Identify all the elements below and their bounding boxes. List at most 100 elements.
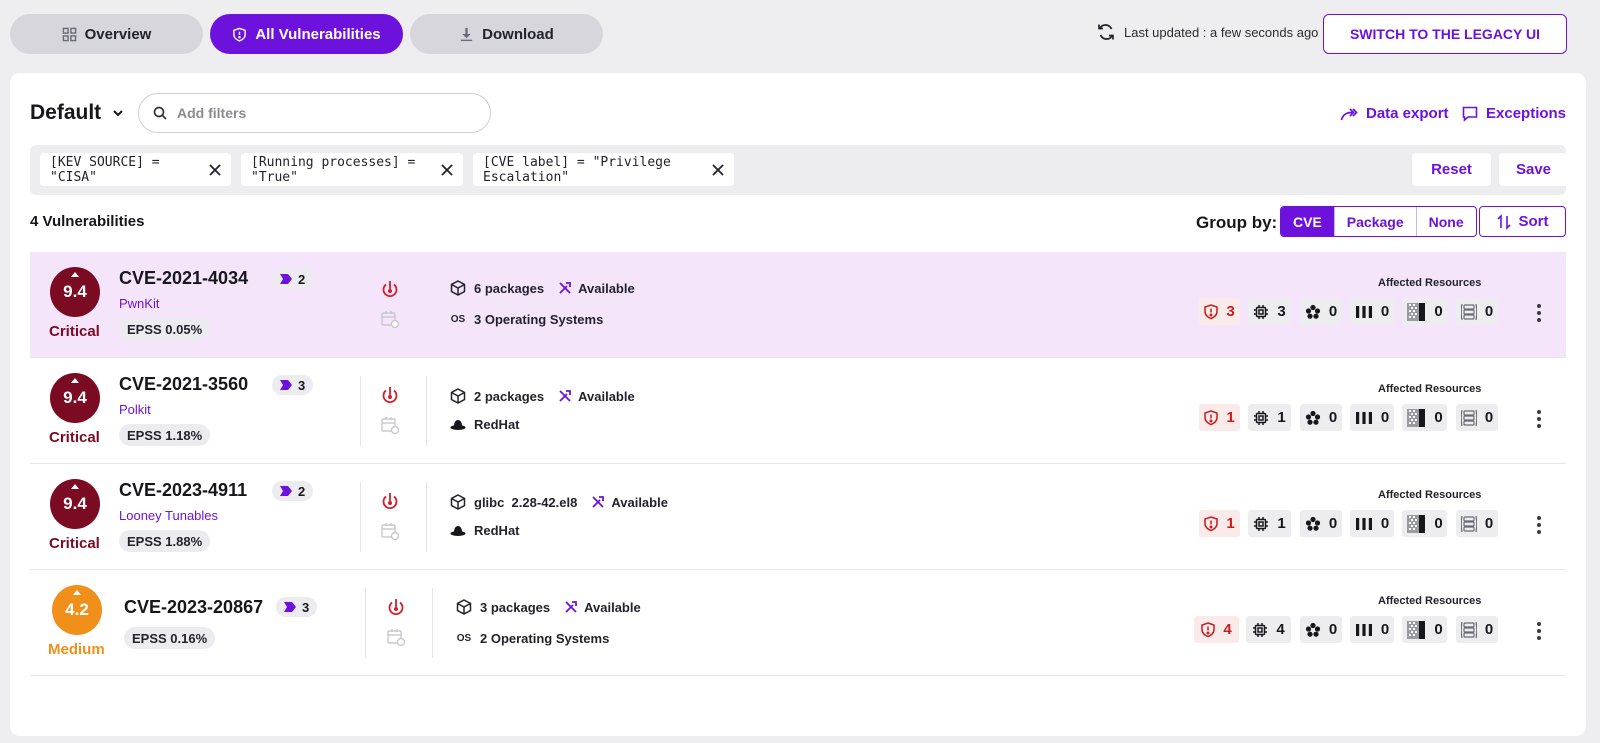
- fix-availability: Available: [578, 388, 635, 404]
- chevron-down-icon: [113, 110, 123, 117]
- cvss-score-badge: 4.2: [52, 585, 102, 635]
- close-icon[interactable]: [712, 163, 724, 176]
- vulnerability-row[interactable]: 9.4 Critical CVE-2023-4911 2 Looney Tuna…: [30, 464, 1566, 570]
- tab-all-vulnerabilities[interactable]: All Vulnerabilities: [210, 14, 403, 54]
- vulnerability-row[interactable]: 9.4 Critical CVE-2021-4034 2 PwnKit EPSS…: [30, 252, 1566, 358]
- chip-icon: [1254, 304, 1269, 319]
- affected-resources-label: Affected Resources: [1378, 277, 1482, 289]
- sort-icon: [1496, 213, 1511, 230]
- image-layers-icon: [1407, 302, 1426, 321]
- os-info: OS 2 Operating Systems: [456, 631, 610, 646]
- fix-availability: Available: [584, 599, 641, 615]
- resource-count-vulnerable: 1: [1199, 404, 1240, 431]
- save-button[interactable]: Save: [1499, 153, 1568, 186]
- filter-chip[interactable]: [KEV SOURCE] = "CISA": [40, 153, 231, 186]
- resource-count-containers: 0: [1350, 404, 1394, 431]
- resource-count-serverless: 0: [1456, 510, 1498, 537]
- resource-count-serverless: 0: [1456, 616, 1498, 643]
- last-updated: Last updated : a few seconds ago: [1096, 22, 1318, 42]
- refresh-icon[interactable]: [1096, 22, 1116, 42]
- view-selector[interactable]: Default: [30, 101, 125, 125]
- resource-count-clusters: 0: [1300, 510, 1342, 537]
- cve-id[interactable]: CVE-2021-3560: [119, 374, 248, 395]
- severity-label: Critical: [49, 429, 100, 446]
- os-info: RedHat: [450, 417, 520, 432]
- cve-id[interactable]: CVE-2023-20867: [124, 597, 263, 618]
- vulnerability-alias: PwnKit: [119, 296, 160, 311]
- image-layers-icon: [1407, 408, 1426, 427]
- cve-id[interactable]: CVE-2023-4911: [119, 480, 247, 501]
- running-process-icon: [380, 279, 400, 299]
- tab-all-vulnerabilities-label: All Vulnerabilities: [255, 25, 381, 43]
- fix-availability: Available: [578, 280, 635, 296]
- image-layers-icon: [1407, 514, 1426, 533]
- switch-legacy-ui-button[interactable]: SWITCH TO THE LEGACY UI: [1323, 14, 1567, 54]
- severity-label: Medium: [48, 641, 105, 658]
- filter-chip[interactable]: [CVE label] = "Privilege Escalation": [473, 153, 734, 186]
- search-icon: [153, 106, 167, 120]
- exceptions-label: Exceptions: [1486, 105, 1567, 122]
- data-export-link[interactable]: Data export: [1340, 105, 1449, 122]
- tab-overview-label: Overview: [84, 25, 152, 43]
- cve-id[interactable]: CVE-2021-4034: [119, 268, 248, 289]
- active-filters-bar: [KEV SOURCE] = "CISA" [Running processes…: [30, 145, 1568, 195]
- resource-count-hosts: 4: [1246, 616, 1291, 643]
- package-icon: [450, 280, 466, 296]
- resource-count-images: 0: [1402, 298, 1447, 325]
- fix-tools-icon: [559, 390, 572, 402]
- vulnerability-row[interactable]: 4.2 Medium CVE-2023-20867 3 EPSS 0.16% 3…: [30, 570, 1566, 676]
- group-by-cve[interactable]: CVE: [1281, 207, 1335, 236]
- row-menu-icon[interactable]: [1536, 304, 1542, 322]
- tag-count-badge: 3: [272, 375, 314, 395]
- tab-download[interactable]: Download: [410, 14, 603, 54]
- tab-download-label: Download: [482, 25, 554, 43]
- group-by-none[interactable]: None: [1417, 207, 1476, 236]
- tag-icon: [280, 380, 292, 390]
- redhat-icon: [450, 525, 466, 536]
- shield-alert-icon: [1204, 515, 1219, 531]
- reset-button[interactable]: Reset: [1412, 153, 1491, 186]
- epss-badge: EPSS 1.18%: [119, 424, 211, 446]
- os-name: RedHat: [474, 417, 520, 432]
- server-stack-icon: [1460, 303, 1477, 320]
- tag-count-badge: 2: [272, 481, 314, 501]
- package-icon: [450, 494, 466, 510]
- vulnerability-count: 4 Vulnerabilities: [30, 213, 145, 230]
- tab-overview[interactable]: Overview: [10, 14, 203, 54]
- share-arrow-icon: [1340, 107, 1358, 120]
- row-menu-icon[interactable]: [1536, 516, 1542, 534]
- search-input[interactable]: [177, 105, 457, 121]
- resource-count-hosts: 1: [1248, 404, 1291, 431]
- resource-count-containers: 0: [1350, 298, 1394, 325]
- close-icon[interactable]: [441, 163, 453, 176]
- cluster-icon: [1305, 410, 1320, 425]
- filter-chip-label: [Running processes] = "True": [251, 154, 416, 185]
- package-count: 3 packages: [480, 599, 551, 615]
- shield-alert-icon: [1204, 409, 1219, 425]
- bars-icon: [1355, 305, 1372, 318]
- affected-resources-label: Affected Resources: [1378, 489, 1482, 501]
- resource-count-serverless: 0: [1456, 298, 1498, 325]
- vulnerability-row[interactable]: 9.4 Critical CVE-2021-3560 3 Polkit EPSS…: [30, 358, 1566, 464]
- exceptions-link[interactable]: Exceptions: [1462, 105, 1566, 122]
- close-icon[interactable]: [209, 163, 221, 176]
- package-count: 6 packages: [474, 280, 545, 296]
- row-menu-icon[interactable]: [1536, 622, 1542, 640]
- chip-icon: [1254, 516, 1269, 531]
- column-divider: [432, 588, 433, 658]
- cvss-score-badge: 9.4: [50, 373, 100, 423]
- resource-count-hosts: 1: [1248, 510, 1291, 537]
- group-by-toggle: CVE Package None: [1280, 206, 1477, 237]
- group-by-package[interactable]: Package: [1335, 207, 1417, 236]
- row-menu-icon[interactable]: [1536, 410, 1542, 428]
- sort-button[interactable]: Sort: [1479, 206, 1566, 237]
- fix-availability: Available: [611, 494, 668, 510]
- cluster-icon: [1305, 516, 1320, 531]
- cvss-score-badge: 9.4: [50, 479, 100, 529]
- package-info: 2 packages Available: [450, 388, 635, 404]
- resource-count-vulnerable: 4: [1194, 616, 1239, 643]
- filter-chip[interactable]: [Running processes] = "True": [241, 153, 463, 186]
- column-divider: [360, 376, 361, 446]
- column-divider: [365, 588, 366, 658]
- data-export-label: Data export: [1366, 105, 1449, 122]
